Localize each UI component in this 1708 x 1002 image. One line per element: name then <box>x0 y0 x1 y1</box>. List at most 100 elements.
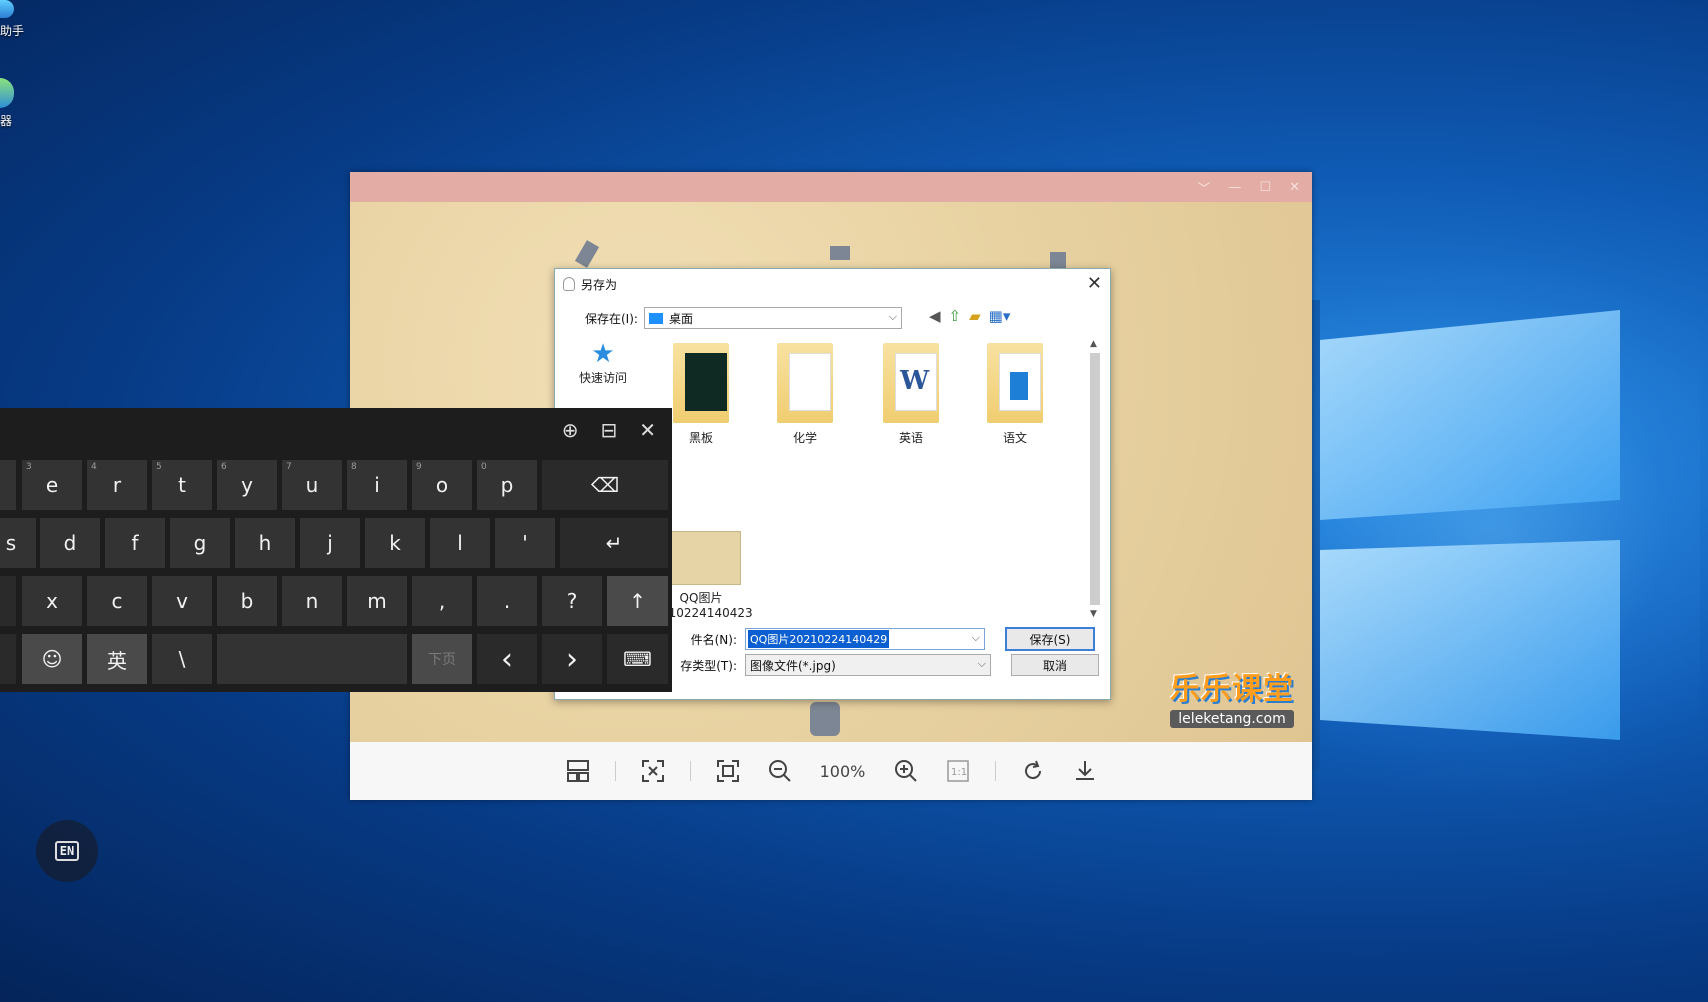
next-page-key[interactable]: 下页 <box>412 634 472 684</box>
viewer-toolbar: 100% 1:1 <box>350 742 1312 800</box>
key-n[interactable]: n <box>282 576 342 626</box>
layout-icon[interactable] <box>563 756 593 786</box>
image-figure <box>810 702 840 736</box>
filename-input[interactable]: QQ图片20210224140429 ⌵ <box>745 628 985 650</box>
file-item-folder[interactable]: 化学 <box>765 343 845 446</box>
enter-key[interactable]: ↵ <box>560 518 668 568</box>
shift-left-key[interactable] <box>0 576 16 626</box>
maximize-button[interactable]: ☐ <box>1259 180 1271 195</box>
key-question[interactable]: ? <box>542 576 602 626</box>
key-s[interactable]: s <box>0 518 36 568</box>
key-h[interactable]: h <box>235 518 295 568</box>
shift-key[interactable]: ↑ <box>607 576 668 626</box>
scroll-down-icon[interactable]: ▼ <box>1090 609 1097 619</box>
brand-url: leleketang.com <box>1170 710 1294 728</box>
key-c[interactable]: c <box>87 576 147 626</box>
filename-row: 件名(N): QQ图片20210224140429 ⌵ 保存(S) <box>667 627 1095 651</box>
key-p[interactable]: 0p <box>477 460 537 510</box>
file-item-folder[interactable]: 语文 <box>975 343 1055 446</box>
zoom-out-icon[interactable] <box>765 756 795 786</box>
minimize-button[interactable]: — <box>1228 180 1241 195</box>
key-j[interactable]: j <box>300 518 360 568</box>
key-k[interactable]: k <box>365 518 425 568</box>
right-arrow-key[interactable]: › <box>542 634 602 684</box>
desktop-icon-assistant[interactable]: 助手 <box>0 0 24 39</box>
close-icon[interactable]: ✕ <box>639 418 656 442</box>
image-thumbnail <box>661 531 741 585</box>
key-l[interactable]: l <box>430 518 490 568</box>
dialog-close-icon[interactable]: ✕ <box>1087 273 1102 294</box>
new-folder-icon[interactable]: ▰ <box>969 307 981 325</box>
cancel-button[interactable]: 取消 <box>1011 654 1099 676</box>
key-m[interactable]: m <box>347 576 407 626</box>
file-item-image[interactable]: QQ图片 210224140423 <box>661 531 753 620</box>
file-list-scrollbar[interactable]: ▲ ▼ <box>1088 339 1102 622</box>
folder-icon <box>777 343 833 423</box>
actual-size-icon[interactable]: 1:1 <box>943 756 973 786</box>
keyboard-icon: ⌨ <box>623 647 652 671</box>
zoom-level: 100% <box>819 761 866 781</box>
space-key[interactable] <box>217 634 407 684</box>
save-in-label: 保存在(I): <box>585 311 638 326</box>
app-icon <box>0 0 14 18</box>
file-list: 黑板 化学 W 英语 语文 QQ图片 210224140423 <box>655 335 1075 625</box>
key-y[interactable]: 6y <box>217 460 277 510</box>
keyboard-header: ⊕ ⊟ ✕ <box>0 408 672 452</box>
brand-logo: 乐乐课堂 <box>1170 672 1294 707</box>
key-g[interactable]: g <box>170 518 230 568</box>
key-v[interactable]: v <box>152 576 212 626</box>
view-menu-icon[interactable]: ▦▾ <box>989 307 1011 325</box>
key-e[interactable]: 3e <box>22 460 82 510</box>
key-r[interactable]: 4r <box>87 460 147 510</box>
viewer-title-bar: ﹀ — ☐ ✕ <box>350 172 1312 202</box>
fullscreen-icon[interactable] <box>713 756 743 786</box>
move-icon[interactable]: ⊕ <box>562 418 579 442</box>
key-x[interactable]: x <box>22 576 82 626</box>
left-arrow-key[interactable]: ‹ <box>477 634 537 684</box>
save-in-combo[interactable]: 桌面 ⌵ <box>643 307 902 329</box>
toolbar-separator <box>689 761 691 781</box>
key-apostrophe[interactable]: ' <box>495 518 555 568</box>
key-backslash[interactable]: \ <box>152 634 212 684</box>
key-o[interactable]: 9o <box>412 460 472 510</box>
browser-icon <box>0 78 14 108</box>
key-comma[interactable]: , <box>412 576 472 626</box>
up-folder-icon[interactable]: ⇧ <box>949 307 962 325</box>
emoji-key[interactable]: ☺ <box>22 634 82 684</box>
key-period[interactable]: . <box>477 576 537 626</box>
backspace-icon: ⌫ <box>590 473 620 497</box>
rotate-icon[interactable] <box>1018 756 1048 786</box>
save-button[interactable]: 保存(S) <box>1005 627 1095 651</box>
keyboard-settings-key[interactable]: ⌨ <box>607 634 668 684</box>
download-icon[interactable] <box>1070 756 1100 786</box>
key-i[interactable]: 8i <box>347 460 407 510</box>
desktop-folder-icon <box>648 312 663 324</box>
backspace-key[interactable]: ⌫ <box>542 460 668 510</box>
key[interactable] <box>0 460 16 510</box>
filetype-select[interactable]: 图像文件(*.jpg) ⌵ <box>745 654 991 676</box>
enter-icon: ↵ <box>605 531 623 555</box>
key-f[interactable]: f <box>105 518 165 568</box>
scroll-thumb[interactable] <box>1090 353 1100 605</box>
scroll-up-icon[interactable]: ▲ <box>1090 339 1097 349</box>
back-icon[interactable]: ◀ <box>929 307 941 325</box>
language-indicator[interactable]: EN <box>36 820 98 882</box>
place-quick-access[interactable]: ★ 快速访问 <box>563 339 643 386</box>
zoom-in-icon[interactable] <box>891 756 921 786</box>
folder-icon <box>987 343 1043 423</box>
language-key[interactable]: 英 <box>87 634 147 684</box>
key-u[interactable]: 7u <box>282 460 342 510</box>
fit-icon[interactable] <box>638 756 668 786</box>
collapse-button[interactable]: ﹀ <box>1197 178 1210 197</box>
key-b[interactable]: b <box>217 576 277 626</box>
desktop-icon-browser[interactable]: 器 <box>0 78 14 129</box>
key-d[interactable]: d <box>40 518 100 568</box>
file-item-folder[interactable]: 黑板 <box>661 343 741 446</box>
symbols-key[interactable] <box>0 634 16 684</box>
file-item-folder[interactable]: W 英语 <box>871 343 951 446</box>
close-button[interactable]: ✕ <box>1289 180 1300 195</box>
dock-icon[interactable]: ⊟ <box>600 418 617 442</box>
chevron-down-icon: ⌵ <box>977 657 986 670</box>
brand-watermark: 乐乐课堂 leleketang.com <box>1170 664 1294 728</box>
key-t[interactable]: 5t <box>152 460 212 510</box>
